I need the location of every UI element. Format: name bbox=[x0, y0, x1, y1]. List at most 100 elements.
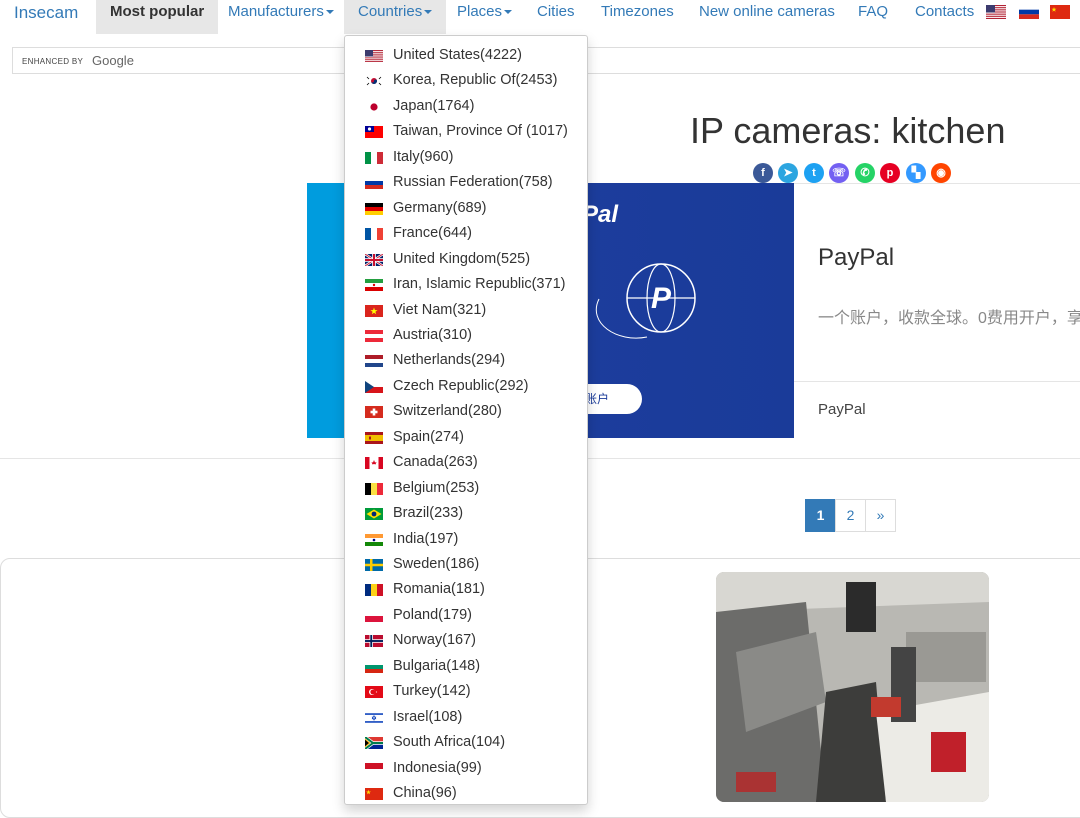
country-menu-item[interactable]: Taiwan, Province Of (1017) bbox=[345, 116, 587, 141]
nav-cities[interactable]: Cities bbox=[523, 0, 589, 34]
country-menu-item[interactable]: South Africa(104) bbox=[345, 727, 587, 752]
pl-flag-icon bbox=[365, 609, 383, 622]
country-menu-label: Germany(689) bbox=[393, 199, 487, 216]
country-menu-label: Russian Federation(758) bbox=[393, 174, 553, 191]
country-menu-item[interactable]: Romania(181) bbox=[345, 574, 587, 599]
country-menu-item[interactable]: United Kingdom(525) bbox=[345, 244, 587, 269]
country-menu-item[interactable]: Japan(1764) bbox=[345, 91, 587, 116]
country-menu-label: Romania(181) bbox=[393, 581, 485, 598]
country-menu-label: Czech Republic(292) bbox=[393, 377, 529, 394]
ro-flag-icon bbox=[365, 584, 383, 597]
it-flag-icon bbox=[365, 151, 383, 164]
country-menu-item[interactable]: Norway(167) bbox=[345, 625, 587, 650]
pinterest-icon[interactable]: p bbox=[880, 163, 900, 183]
country-menu-item[interactable]: Canada(263) bbox=[345, 447, 587, 472]
country-menu-item[interactable]: Korea, Republic Of(2453) bbox=[345, 65, 587, 90]
paypal-ad-panel[interactable]: PayPal 一个账户，收款全球。0费用开户，享 PayPal bbox=[794, 183, 1080, 438]
country-menu-label: Iran, Islamic Republic(371) bbox=[393, 276, 566, 293]
country-menu-item[interactable]: Turkey(142) bbox=[345, 676, 587, 701]
country-menu-label: Netherlands(294) bbox=[393, 352, 506, 369]
br-flag-icon bbox=[365, 508, 383, 521]
camera-thumbnail[interactable] bbox=[716, 572, 989, 802]
cz-flag-icon bbox=[365, 380, 383, 393]
reddit-icon[interactable]: ◉ bbox=[931, 163, 951, 183]
country-menu-item[interactable]: Israel(108) bbox=[345, 702, 587, 727]
country-menu-item[interactable]: Italy(960) bbox=[345, 142, 587, 167]
country-menu-item[interactable]: Viet Nam(321) bbox=[345, 295, 587, 320]
caret-down-icon bbox=[504, 10, 513, 15]
google-logo: Google bbox=[92, 53, 134, 68]
countries-dropdown-menu: United States(4222) Korea, Republic Of(24… bbox=[344, 35, 588, 805]
nav-new-online-cameras[interactable]: New online cameras bbox=[685, 0, 849, 34]
id-flag-icon bbox=[365, 762, 383, 775]
kr-flag-icon bbox=[365, 75, 383, 88]
nav-manufacturers[interactable]: Manufacturers bbox=[214, 0, 348, 34]
nav-manufacturers-label: Manufacturers bbox=[228, 3, 324, 20]
pagination: 1 2 » bbox=[805, 499, 896, 532]
country-menu-item[interactable]: Poland(179) bbox=[345, 600, 587, 625]
country-menu-label: Canada(263) bbox=[393, 454, 478, 471]
country-menu-item[interactable]: India(197) bbox=[345, 524, 587, 549]
cn-flag-icon[interactable] bbox=[1050, 5, 1070, 19]
enhanced-by-label: ENHANCED BY bbox=[22, 57, 84, 66]
country-menu-label: China(96) bbox=[393, 785, 457, 802]
country-menu-item[interactable]: China(96) bbox=[345, 778, 587, 803]
country-menu-item[interactable]: Germany(689) bbox=[345, 193, 587, 218]
ca-flag-icon bbox=[365, 457, 383, 470]
country-menu-item[interactable]: Spain(274) bbox=[345, 422, 587, 447]
country-menu-item[interactable]: Russian Federation(758) bbox=[345, 167, 587, 192]
bg-flag-icon bbox=[365, 660, 383, 673]
country-menu-item[interactable]: Sweden(186) bbox=[345, 549, 587, 574]
ru-flag-icon bbox=[365, 177, 383, 190]
next-page-button[interactable]: » bbox=[865, 499, 896, 532]
country-menu-label: Poland(179) bbox=[393, 606, 472, 623]
country-menu-item[interactable]: United States(4222) bbox=[345, 40, 587, 65]
us-flag-icon[interactable] bbox=[986, 5, 1006, 19]
jp-flag-icon bbox=[365, 100, 383, 113]
country-menu-label: Switzerland(280) bbox=[393, 403, 502, 420]
us-flag-icon bbox=[365, 50, 383, 62]
se-flag-icon bbox=[365, 559, 383, 571]
page-1-button[interactable]: 1 bbox=[805, 499, 836, 532]
ch-flag-icon bbox=[365, 406, 383, 419]
caret-down-icon bbox=[325, 10, 334, 15]
country-menu-item[interactable]: Bulgaria(148) bbox=[345, 651, 587, 676]
page-title: IP cameras: kitchen bbox=[690, 110, 1006, 151]
viber-icon[interactable]: ☏ bbox=[829, 163, 849, 183]
top-navbar: Insecam Most popular Manufacturers Count… bbox=[0, 0, 1080, 34]
country-menu-item[interactable]: Netherlands(294) bbox=[345, 345, 587, 370]
country-menu-label: United States(4222) bbox=[393, 47, 522, 63]
country-menu-label: Viet Nam(321) bbox=[393, 301, 487, 318]
country-menu-item[interactable]: Austria(310) bbox=[345, 320, 587, 345]
at-flag-icon bbox=[365, 329, 383, 342]
nl-flag-icon bbox=[365, 355, 383, 368]
country-menu-label: Spain(274) bbox=[393, 428, 464, 445]
nav-most-popular[interactable]: Most popular bbox=[96, 0, 219, 34]
delicious-icon[interactable]: ▚ bbox=[906, 163, 926, 183]
nav-places[interactable]: Places bbox=[443, 0, 526, 34]
country-menu-item[interactable]: Switzerland(280) bbox=[345, 396, 587, 421]
country-menu-item[interactable]: France(644) bbox=[345, 218, 587, 243]
ru-flag-icon[interactable] bbox=[1019, 5, 1039, 19]
nav-timezones[interactable]: Timezones bbox=[587, 0, 688, 34]
facebook-icon[interactable]: f bbox=[753, 163, 773, 183]
brand-logo-link[interactable]: Insecam bbox=[14, 3, 78, 23]
nav-faq[interactable]: FAQ bbox=[844, 0, 902, 34]
page-2-button[interactable]: 2 bbox=[835, 499, 866, 532]
nav-contacts[interactable]: Contacts bbox=[901, 0, 988, 34]
country-menu-label: Korea, Republic Of(2453) bbox=[393, 72, 558, 89]
country-menu-item[interactable]: Indonesia(99) bbox=[345, 753, 587, 778]
tr-flag-icon bbox=[365, 686, 383, 699]
country-menu-item[interactable]: Brazil(233) bbox=[345, 498, 587, 523]
country-menu-item[interactable]: Czech Republic(292) bbox=[345, 371, 587, 396]
country-menu-item[interactable]: Belgium(253) bbox=[345, 473, 587, 498]
ad-divider bbox=[794, 381, 1080, 382]
svg-text:P: P bbox=[651, 282, 672, 315]
nav-countries[interactable]: Countries bbox=[344, 0, 447, 34]
twitter-icon[interactable]: t bbox=[804, 163, 824, 183]
telegram-icon[interactable]: ➤ bbox=[778, 163, 798, 183]
whatsapp-icon[interactable]: ✆ bbox=[855, 163, 875, 183]
ad-description: 一个账户，收款全球。0费用开户，享 bbox=[818, 310, 1080, 327]
country-menu-label: Israel(108) bbox=[393, 708, 463, 725]
country-menu-item[interactable]: Iran, Islamic Republic(371) bbox=[345, 269, 587, 294]
